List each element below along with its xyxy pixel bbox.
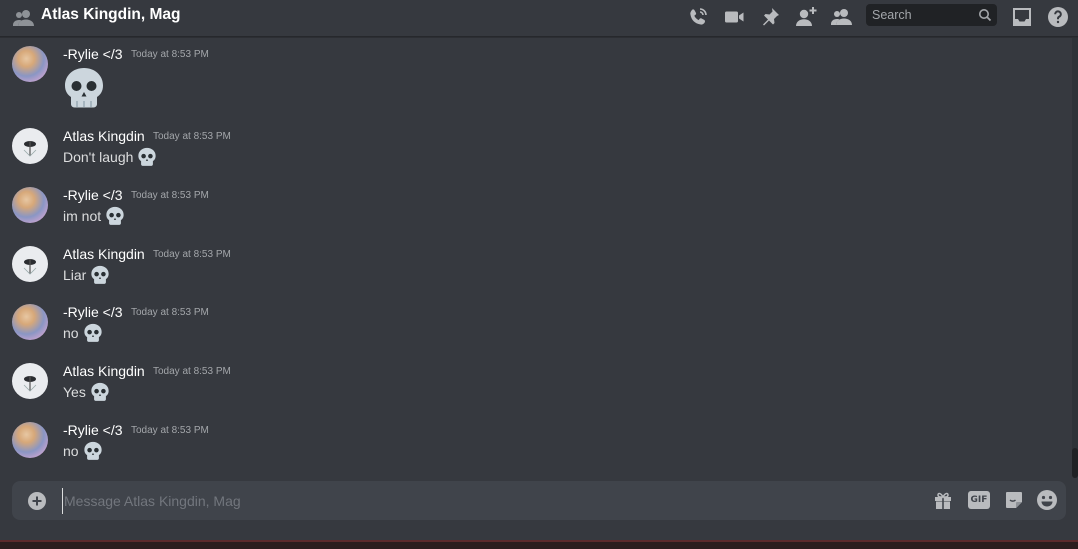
skull-emoji-icon [138, 147, 157, 166]
message-item: -Rylie </3 Today at 8:53 PM no [0, 304, 1060, 344]
avatar-image [23, 376, 37, 392]
message-timestamp: Today at 8:53 PM [131, 307, 209, 318]
message-author[interactable]: -Rylie </3 [63, 187, 123, 204]
message-timestamp: Today at 8:53 PM [153, 131, 231, 142]
plus-icon[interactable] [27, 491, 47, 511]
message-text: no [63, 325, 79, 341]
message-author[interactable]: Atlas Kingdin [63, 128, 145, 145]
message-item: Atlas Kingdin Today at 8:53 PM Yes [0, 363, 1060, 403]
message-author[interactable]: -Rylie </3 [63, 304, 123, 321]
avatar[interactable] [12, 128, 48, 164]
skull-emoji-icon [83, 323, 102, 342]
message-text: im not [63, 208, 102, 224]
message-content [63, 66, 105, 110]
people-icon [13, 10, 34, 26]
skull-emoji-icon [106, 206, 124, 225]
message-timestamp: Today at 8:53 PM [153, 249, 231, 260]
skull-emoji-icon [91, 265, 109, 284]
avatar[interactable] [12, 422, 48, 458]
message-author[interactable]: Atlas Kingdin [63, 246, 145, 263]
avatar[interactable] [12, 363, 48, 399]
message-content: im not [63, 206, 125, 226]
message-author[interactable]: Atlas Kingdin [63, 363, 145, 380]
scrollbar-thumb[interactable] [1072, 448, 1078, 478]
avatar[interactable] [12, 304, 48, 340]
members-icon[interactable] [830, 5, 854, 29]
scrollbar-track[interactable] [1072, 38, 1078, 474]
phone-call-icon[interactable] [686, 5, 710, 29]
message-content: Don't laugh [63, 147, 157, 167]
message-input[interactable] [62, 488, 922, 514]
message-content: Liar [63, 265, 110, 285]
avatar-image [23, 259, 37, 275]
message-author[interactable]: -Rylie </3 [63, 46, 123, 63]
message-text: Yes [63, 384, 86, 400]
search-box[interactable] [866, 4, 997, 26]
skull-emoji-icon [83, 441, 102, 460]
message-content: Yes [63, 382, 110, 402]
message-timestamp: Today at 8:53 PM [131, 49, 209, 60]
skull-emoji-icon [91, 382, 109, 401]
skull-emoji-icon [65, 68, 103, 108]
message-content: no [63, 441, 103, 461]
message-text: Liar [63, 267, 87, 283]
avatar[interactable] [12, 187, 48, 223]
search-icon [979, 9, 992, 22]
message-item: -Rylie </3 Today at 8:53 PM [0, 46, 1060, 116]
window-bottom-edge [0, 540, 1078, 549]
gif-icon[interactable]: GIF [968, 491, 990, 509]
search-input[interactable] [866, 4, 976, 26]
message-item: Atlas Kingdin Today at 8:53 PM Don't lau… [0, 128, 1060, 168]
message-timestamp: Today at 8:53 PM [131, 425, 209, 436]
message-list: -Rylie </3 Today at 8:53 PM Atlas Kingdi… [0, 38, 1072, 474]
channel-title: Atlas Kingdin, Mag [41, 6, 181, 23]
message-timestamp: Today at 8:53 PM [131, 190, 209, 201]
message-item: -Rylie </3 Today at 8:53 PM no [0, 422, 1060, 462]
emoji-icon[interactable] [1036, 489, 1058, 511]
message-text: no [63, 443, 79, 459]
channel-header: Atlas Kingdin, Mag [0, 0, 1078, 37]
avatar[interactable] [12, 246, 48, 282]
avatar[interactable] [12, 46, 48, 82]
message-timestamp: Today at 8:53 PM [153, 366, 231, 377]
video-call-icon[interactable] [722, 5, 746, 29]
sticker-icon[interactable] [1003, 489, 1025, 511]
message-content: no [63, 323, 103, 343]
message-item: Atlas Kingdin Today at 8:53 PM Liar [0, 246, 1060, 286]
inbox-icon[interactable] [1010, 5, 1034, 29]
help-icon[interactable] [1046, 5, 1070, 29]
pin-icon[interactable] [758, 5, 782, 29]
message-item: -Rylie </3 Today at 8:53 PM im not [0, 187, 1060, 227]
add-friend-icon[interactable] [794, 5, 818, 29]
avatar-image [23, 141, 37, 157]
message-author[interactable]: -Rylie </3 [63, 422, 123, 439]
message-text: Don't laugh [63, 149, 134, 165]
message-composer: GIF [12, 481, 1066, 520]
gift-icon[interactable] [932, 489, 954, 511]
discord-dm-window: Atlas Kingdin, Mag Search -Rylie </3 Tod… [0, 0, 1078, 549]
